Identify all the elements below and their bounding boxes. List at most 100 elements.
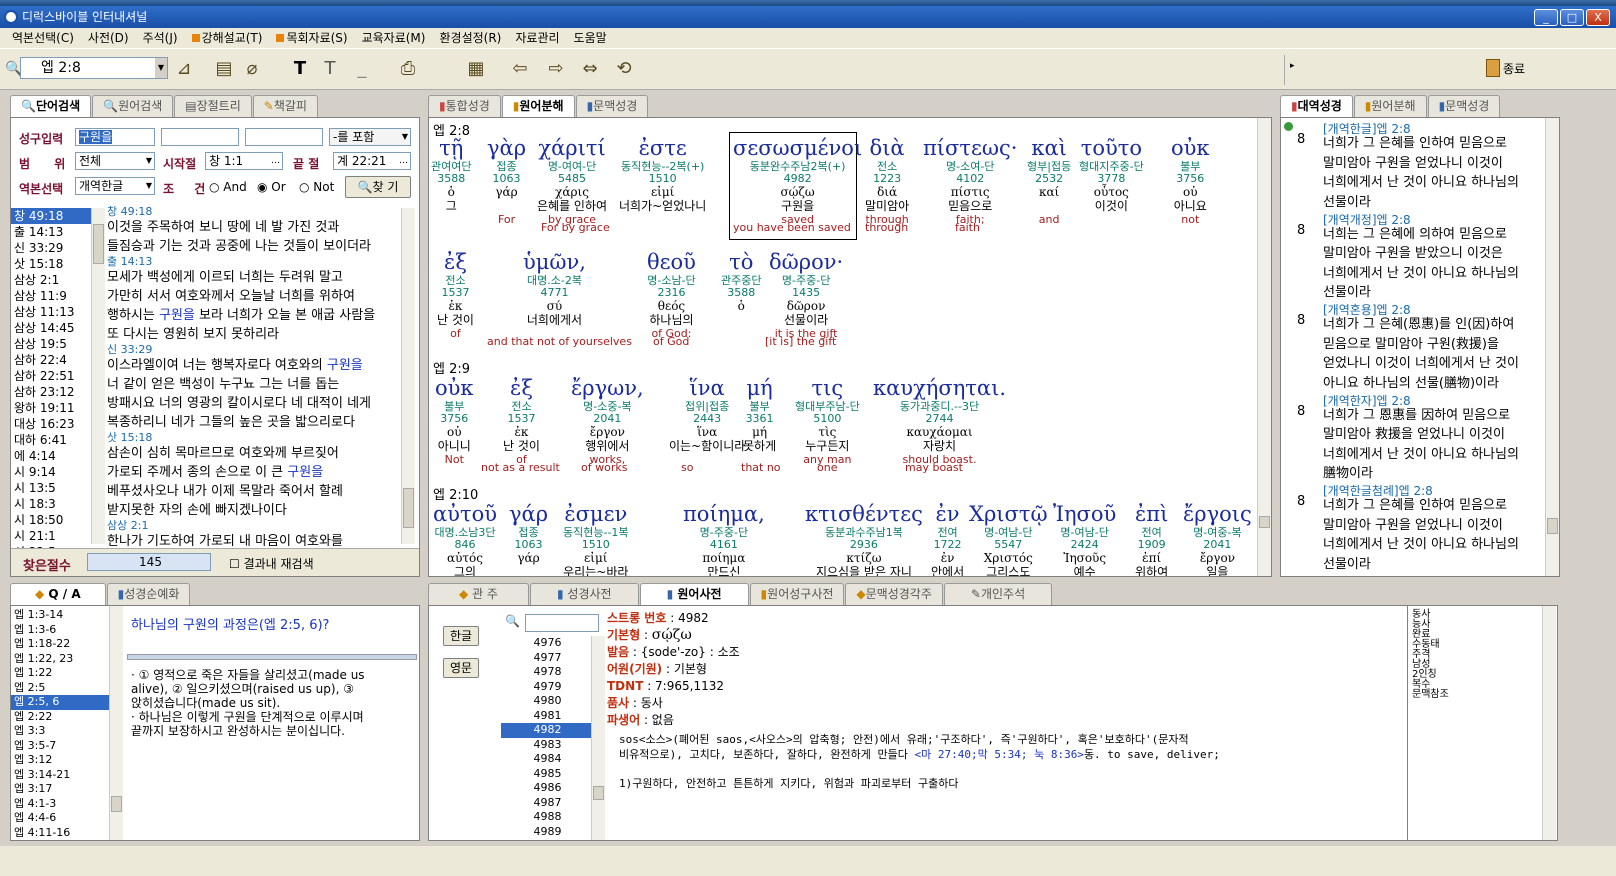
tab-cross-ref[interactable]: ◆ 관 주 — [428, 583, 529, 605]
font-larger-icon[interactable]: T — [288, 57, 312, 81]
menu-help[interactable]: 도움말 — [574, 28, 607, 48]
ref-list-item[interactable]: 시 9:14 — [11, 464, 91, 480]
strong-number-item[interactable]: 4977 — [501, 651, 591, 666]
greek-word[interactable]: καυχήσηται. 동가과중디.--3단 2744 καυχάομαι 자랑치 sho… — [873, 376, 1006, 466]
greek-word[interactable]: ἔργοις 명-여중-복 2041 ἔργον 일을 — [1183, 502, 1252, 576]
greek-word[interactable]: θεοῦ 명-소남-단 2316 θεός 하나님의 of God: — [647, 250, 696, 340]
ref-list-item[interactable]: 삼상 11:9 — [11, 288, 91, 304]
number-search-input[interactable] — [525, 614, 599, 632]
ref-list-item[interactable]: 시 21:1 — [11, 528, 91, 544]
greek-word[interactable]: ἐν 전여 1722 ἐν 안에서 — [931, 502, 964, 576]
grammar-tag[interactable]: 주격 — [1412, 650, 1553, 660]
ref-list-item[interactable]: 시 18:50 — [11, 512, 91, 528]
strong-number-item[interactable]: 4984 — [501, 752, 591, 767]
greek-word[interactable]: μή 불부 3361 μή 못하게 — [743, 376, 776, 466]
greek-word[interactable]: Χριστῷ 명-여남-단 5547 Χριστός 그리스도 — [969, 502, 1048, 576]
strong-number-item[interactable]: 4978 — [501, 665, 591, 680]
verse-scrollbar[interactable] — [401, 208, 415, 544]
verse-ref[interactable]: 창 49:18 — [107, 206, 397, 218]
tab-qa[interactable]: ◆ Q / A — [10, 583, 106, 605]
grammar-tag[interactable]: 2인칭 — [1412, 670, 1553, 680]
and-radio[interactable]: ○ And — [209, 180, 247, 194]
greek-word[interactable]: σεσωσμένοι 동분완수주남2복(+) 4982 σῴζω 구원을 saved — [733, 136, 862, 226]
qa-ref-item[interactable]: 엡 3:12 — [11, 753, 109, 768]
font-smaller-icon[interactable]: T — [318, 57, 342, 81]
tab-word-search[interactable]: 🔍단어검색 — [10, 95, 92, 117]
greek-word[interactable]: τις 형대부주남-단 5100 τὶς 누구든지 any man — [795, 376, 860, 466]
greek-word[interactable]: ὑμῶν, 대명.소-2복 4771 σύ 너희에게서 — [523, 250, 586, 340]
greek-word[interactable]: καὶ 형부|접등 2532 καί and — [1027, 136, 1071, 226]
qa-ref-item[interactable]: 엡 2:5, 6 — [11, 695, 109, 710]
greek-word[interactable]: γάρ 접종 1063 γάρ — [509, 502, 548, 576]
version-select[interactable]: 개역한글 ▼ — [75, 177, 155, 195]
tab-context-notes[interactable]: ◆문맥성경각주 — [845, 583, 943, 605]
grammar-scrollbar[interactable] — [1542, 606, 1556, 840]
greek-word[interactable]: ἐπὶ 전여 1909 ἐπί 위하여 — [1135, 502, 1168, 576]
strong-number-item[interactable]: 4982 — [501, 723, 591, 738]
close-button[interactable]: X — [1586, 9, 1610, 26]
ref-list-item[interactable]: 삼하 23:12 — [11, 384, 91, 400]
exit-button[interactable]: 종료 — [1486, 59, 1525, 77]
or-radio[interactable]: ◉ Or — [257, 180, 286, 194]
number-search[interactable]: 🔍 — [501, 614, 601, 632]
ref-scrollbar[interactable] — [91, 208, 105, 544]
tab-personal-notes[interactable]: ✎개인주석 — [943, 583, 1053, 605]
qa-ref-item[interactable]: 엡 2:5 — [11, 681, 109, 696]
greek-word[interactable]: ἐσμεν 동직현능--1복 1510 εἰμί 우리는~바라 — [563, 502, 629, 576]
ref-list-item[interactable]: 출 14:13 — [11, 224, 91, 240]
qa-ref-item[interactable]: 엡 1:3-14 — [11, 608, 109, 623]
greek-word[interactable]: κτισθέντες 동분과수주남1복 2936 κτίζω 지으심을 받은 자니 — [805, 502, 923, 576]
greek-word[interactable]: οὐκ 불부 3756 οὐ 아니니 Not — [435, 376, 474, 466]
find-button[interactable]: 🔍찾 기 — [345, 176, 411, 198]
english-button[interactable]: 영문 — [443, 658, 479, 678]
chevron-down-icon[interactable]: ▼ — [155, 58, 167, 78]
parallel-scrollbar[interactable] — [1545, 118, 1559, 576]
ref-list-item[interactable]: 삼하 22:51 — [11, 368, 91, 384]
greek-word[interactable]: τὸ 관주중단 3588 ὁ — [721, 250, 761, 340]
qa-ref-item[interactable]: 엡 3:3 — [11, 724, 109, 739]
maximize-button[interactable]: □ — [1560, 9, 1584, 26]
qa-ref-item[interactable]: 엡 1:18-22 — [11, 637, 109, 652]
ref-list-item[interactable]: 삼상 11:13 — [11, 304, 91, 320]
search-field-2[interactable] — [161, 128, 239, 146]
end-field[interactable]: 계 22:21… — [333, 152, 411, 170]
ref-list-item[interactable]: 삼상 19:5 — [11, 336, 91, 352]
ref-list-item[interactable]: 삼하 22:4 — [11, 352, 91, 368]
book-icon[interactable]: ▤ — [212, 57, 236, 81]
verse-ref[interactable]: 출 14:13 — [107, 256, 397, 268]
greek-word[interactable]: αὐτοῦ 대명.소남3단 846 αὐτός 그의 — [433, 502, 497, 576]
greek-word[interactable]: οὐκ 불부 3756 οὐ 아니요 not — [1171, 136, 1210, 226]
qa-splitter[interactable] — [127, 654, 417, 660]
menu-sermon[interactable]: 강해설교(T) — [191, 28, 262, 48]
strong-number-item[interactable]: 4989 — [501, 825, 591, 840]
grammar-tag[interactable]: 능사 — [1412, 620, 1553, 630]
minimize-button[interactable]: _ — [1534, 9, 1558, 26]
strong-number-item[interactable]: 4980 — [501, 694, 591, 709]
tab-right-original[interactable]: ▮원어분해 — [1353, 95, 1427, 117]
tab-integrated-bible[interactable]: ▮통합성경 — [428, 95, 501, 117]
strong-number-item[interactable]: 4987 — [501, 796, 591, 811]
copy-icon[interactable]: ▦ — [464, 57, 488, 81]
greek-word[interactable]: διὰ 전소 1223 διά 말미암아 through — [865, 136, 909, 226]
qa-ref-item[interactable]: 엡 1:3-6 — [11, 623, 109, 638]
tab-right-context[interactable]: ▮문맥성경 — [1427, 95, 1501, 117]
ref-list-item[interactable]: 신 33:29 — [11, 240, 91, 256]
greek-word[interactable]: γὰρ 접종 1063 γάρ For — [487, 136, 526, 226]
verse-ref[interactable]: 신 33:29 — [107, 344, 397, 356]
qa-ref-item[interactable]: 엡 4:4-6 — [11, 811, 109, 826]
greek-word[interactable]: ἐξ 전소 1537 ἐκ 난 것이 of — [437, 250, 474, 340]
include-select[interactable]: -를 포함 ▼ — [329, 128, 411, 146]
korean-button[interactable]: 한글 — [443, 626, 479, 646]
qa-ref-item[interactable]: 엡 4:11-16 — [11, 826, 109, 841]
menu-settings[interactable]: 환경설정(R) — [439, 28, 501, 48]
search-field-3[interactable] — [245, 128, 323, 146]
menu-education[interactable]: 교육자료(M) — [362, 28, 426, 48]
grammar-tag[interactable]: 동사 — [1412, 610, 1553, 620]
search-field[interactable]: 구원을 — [75, 128, 155, 146]
not-radio[interactable]: ○ Not — [299, 180, 334, 194]
qa-ref-scrollbar[interactable] — [109, 606, 123, 840]
edit-icon[interactable]: ⊿ — [172, 57, 196, 81]
greek-word[interactable]: πίστεως· 명-소여-단 4102 πίστις 믿음으로 faith; — [923, 136, 1017, 226]
tab-illustration[interactable]: ▮성경순예화 — [106, 583, 191, 605]
tab-original-search[interactable]: 🔍원어검색 — [92, 95, 174, 117]
